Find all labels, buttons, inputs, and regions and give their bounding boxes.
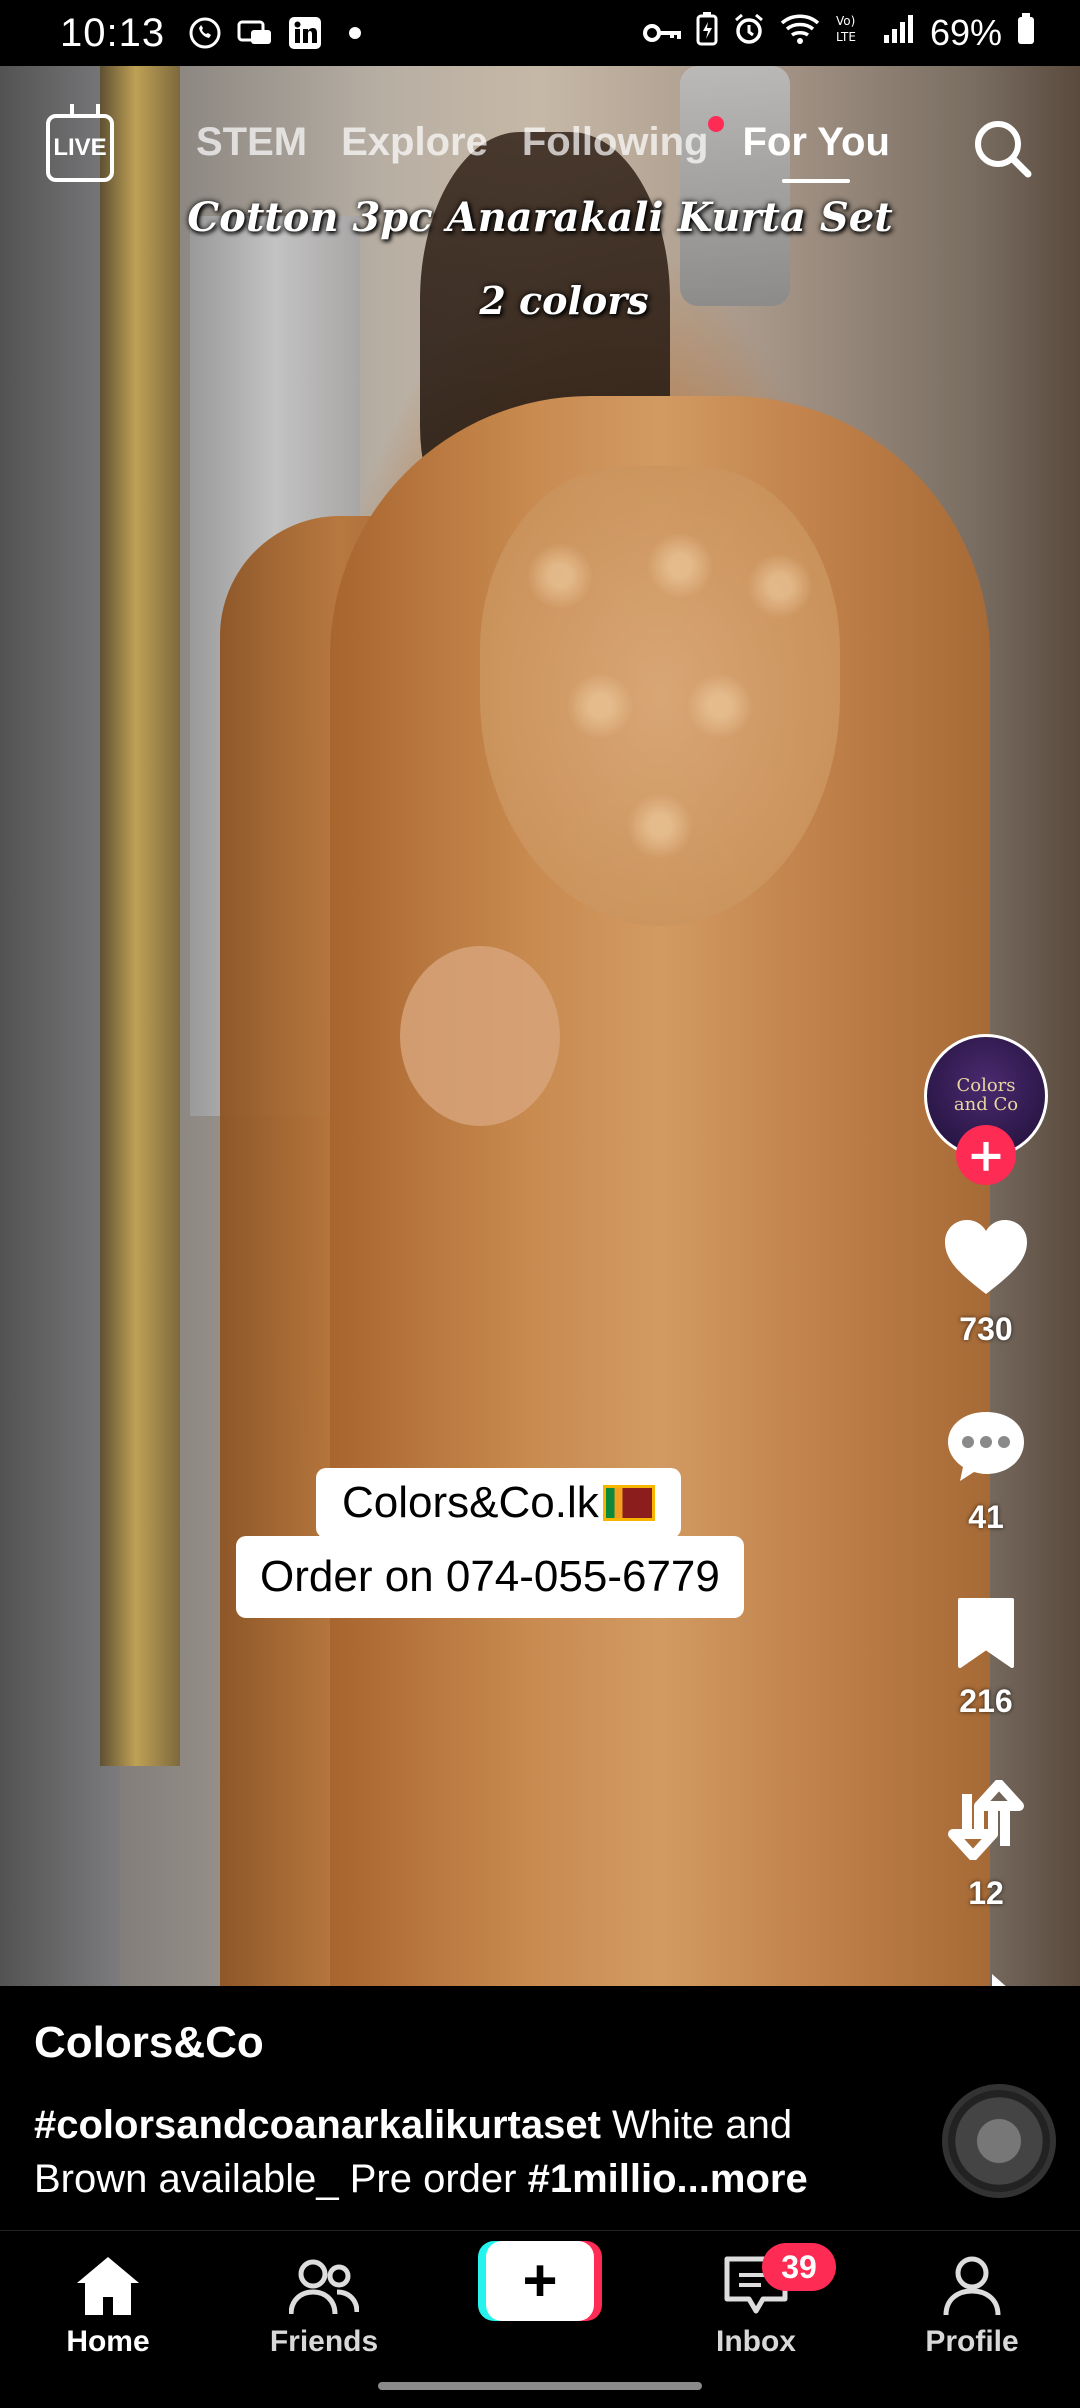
comment-icon[interactable] bbox=[944, 1408, 1028, 1489]
tab-for-you[interactable]: For You bbox=[742, 120, 890, 183]
nav-home-label: Home bbox=[66, 2325, 150, 2358]
comment-count: 41 bbox=[968, 1499, 1004, 1535]
battery-percent: 69% bbox=[929, 12, 1002, 53]
save-count: 216 bbox=[959, 1683, 1013, 1719]
alarm-icon bbox=[732, 12, 766, 55]
wifi-icon bbox=[780, 12, 820, 54]
live-button[interactable]: LIVE bbox=[46, 114, 114, 182]
status-bar: 10:13 Vo) LTE 69% bbox=[0, 0, 1080, 66]
repost-count: 12 bbox=[968, 1875, 1004, 1911]
video-dress-embroidery bbox=[480, 466, 840, 926]
sri-lanka-flag-icon bbox=[602, 1485, 655, 1521]
nav-profile-label: Profile bbox=[925, 2325, 1019, 2358]
nav-home[interactable]: Home bbox=[18, 2251, 198, 2359]
linkedin-icon bbox=[285, 13, 325, 53]
feed-tabs: STEM Explore Following For You bbox=[196, 116, 890, 183]
svg-text:LTE: LTE bbox=[836, 30, 856, 44]
friends-icon bbox=[289, 2251, 359, 2321]
repost-icon[interactable] bbox=[943, 1779, 1029, 1865]
sms-icon bbox=[235, 13, 275, 53]
following-new-dot bbox=[708, 116, 725, 132]
nav-friends-label: Friends bbox=[269, 2325, 379, 2358]
status-time: 10:13 bbox=[60, 10, 166, 55]
nav-inbox-label: Inbox bbox=[716, 2325, 796, 2358]
key-icon bbox=[642, 12, 682, 54]
action-rail: Colors and Co + 730 41 216 12 119 bbox=[916, 1034, 1056, 2096]
avatar-logo-line2: and Co bbox=[953, 1094, 1019, 1115]
hashtag-link[interactable]: #colorsandcoanarkalikurtaset bbox=[34, 2103, 601, 2147]
post-username[interactable]: Colors&Co bbox=[34, 2018, 264, 2068]
home-icon bbox=[73, 2251, 143, 2321]
like-action[interactable]: 730 bbox=[943, 1218, 1029, 1348]
repost-action[interactable]: 12 bbox=[943, 1779, 1029, 1912]
svg-text:Vo): Vo) bbox=[836, 14, 855, 28]
create-button[interactable]: + bbox=[478, 2241, 602, 2321]
creator-avatar[interactable]: Colors and Co + bbox=[924, 1034, 1048, 1185]
home-indicator-bar[interactable] bbox=[378, 2382, 702, 2390]
nav-profile[interactable]: Profile bbox=[882, 2251, 1062, 2359]
video-sticker-order: Order on 074-055-6779 bbox=[236, 1536, 744, 1618]
nav-friends[interactable]: Friends bbox=[234, 2251, 414, 2359]
plus-icon: + bbox=[486, 2241, 594, 2321]
comment-action[interactable]: 41 bbox=[944, 1408, 1028, 1536]
top-nav: LIVE STEM Explore Following For You bbox=[0, 100, 1080, 196]
notification-dot-icon bbox=[335, 13, 375, 53]
tab-stem[interactable]: STEM bbox=[196, 120, 307, 165]
whatsapp-icon bbox=[185, 13, 225, 53]
nav-inbox[interactable]: Inbox 39 bbox=[666, 2243, 846, 2359]
search-icon[interactable] bbox=[968, 114, 1036, 182]
video-model-hand bbox=[400, 946, 560, 1126]
like-count: 730 bbox=[959, 1311, 1013, 1347]
video-caption-colors: 2 colors bbox=[479, 278, 649, 323]
tab-following[interactable]: Following bbox=[521, 116, 725, 165]
profile-icon bbox=[937, 2251, 1007, 2321]
bookmark-icon[interactable] bbox=[954, 1596, 1018, 1673]
signal-icon bbox=[882, 12, 916, 54]
battery-saver-icon bbox=[696, 11, 718, 55]
heart-icon[interactable] bbox=[943, 1218, 1029, 1301]
inbox-badge: 39 bbox=[762, 2243, 836, 2291]
more-link[interactable]: ...more bbox=[677, 2157, 808, 2201]
sticker-order-text: Order on 074-055-6779 bbox=[260, 1552, 720, 1601]
volte-icon: Vo) LTE bbox=[834, 11, 868, 56]
live-label: LIVE bbox=[53, 134, 107, 161]
hashtag-link-2[interactable]: #1millio bbox=[528, 2157, 677, 2201]
video-caption-title: Cotton 3pc Anarakali Kurta Set bbox=[187, 194, 893, 241]
music-disc-icon[interactable] bbox=[942, 2084, 1056, 2198]
creator-avatar-logo: Colors and Co bbox=[953, 1076, 1019, 1115]
save-action[interactable]: 216 bbox=[954, 1596, 1018, 1720]
battery-icon bbox=[1016, 12, 1036, 55]
tab-explore[interactable]: Explore bbox=[341, 120, 488, 165]
sticker-shop-text: Colors&Co.lk bbox=[342, 1478, 599, 1527]
post-info: Colors&Co #colorsandcoanarkalikurtaset W… bbox=[0, 1986, 1080, 2230]
post-description[interactable]: #colorsandcoanarkalikurtaset White and B… bbox=[34, 2098, 894, 2206]
status-right-icons: Vo) LTE 69% bbox=[642, 11, 1036, 56]
video-sticker-shop: Colors&Co.lk bbox=[316, 1468, 681, 1538]
follow-plus-button[interactable]: + bbox=[956, 1125, 1016, 1185]
tab-following-label: Following bbox=[521, 120, 709, 164]
